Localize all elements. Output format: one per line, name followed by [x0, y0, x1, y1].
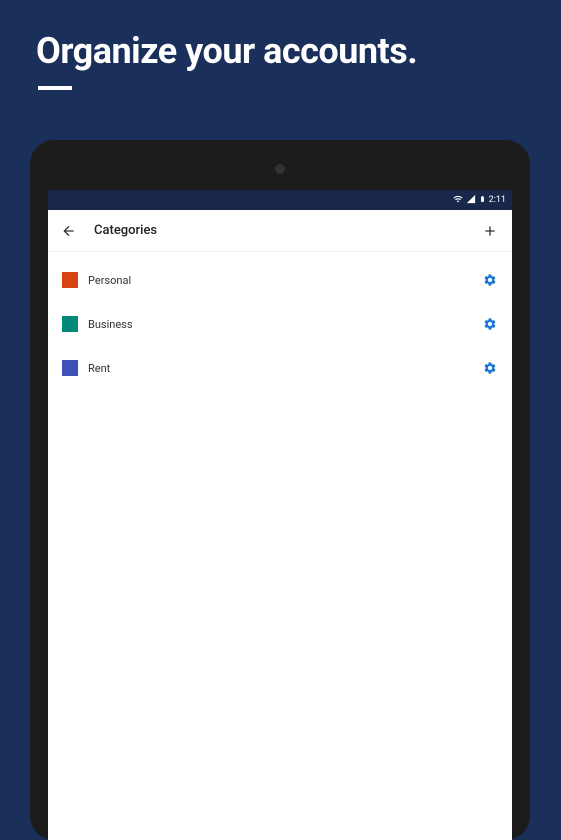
battery-icon: [479, 194, 486, 207]
status-bar: 2:11: [48, 190, 512, 210]
tablet-camera: [275, 164, 285, 174]
settings-button[interactable]: [482, 272, 498, 288]
settings-button[interactable]: [482, 360, 498, 376]
category-list: Personal Business Rent: [48, 252, 512, 396]
category-label: Business: [88, 318, 482, 331]
category-item-business[interactable]: Business: [48, 302, 512, 346]
status-icons: 2:11: [453, 194, 506, 207]
category-item-personal[interactable]: Personal: [48, 258, 512, 302]
back-button[interactable]: [60, 222, 78, 240]
tablet-frame: 2:11 Categories Personal Business: [30, 140, 530, 840]
wifi-icon: [453, 194, 463, 207]
settings-button[interactable]: [482, 316, 498, 332]
gear-icon: [483, 317, 497, 331]
color-swatch: [62, 272, 78, 288]
hero-title: Organize your accounts.: [0, 0, 561, 72]
category-label: Rent: [88, 362, 482, 375]
hero-underline: [38, 86, 72, 90]
add-button[interactable]: [480, 221, 500, 241]
app-bar-title: Categories: [94, 223, 480, 238]
screen: 2:11 Categories Personal Business: [48, 190, 512, 840]
gear-icon: [483, 273, 497, 287]
app-bar: Categories: [48, 210, 512, 252]
category-label: Personal: [88, 274, 482, 287]
color-swatch: [62, 316, 78, 332]
category-item-rent[interactable]: Rent: [48, 346, 512, 390]
status-time: 2:11: [489, 195, 506, 205]
signal-icon: [466, 194, 476, 207]
gear-icon: [483, 361, 497, 375]
color-swatch: [62, 360, 78, 376]
